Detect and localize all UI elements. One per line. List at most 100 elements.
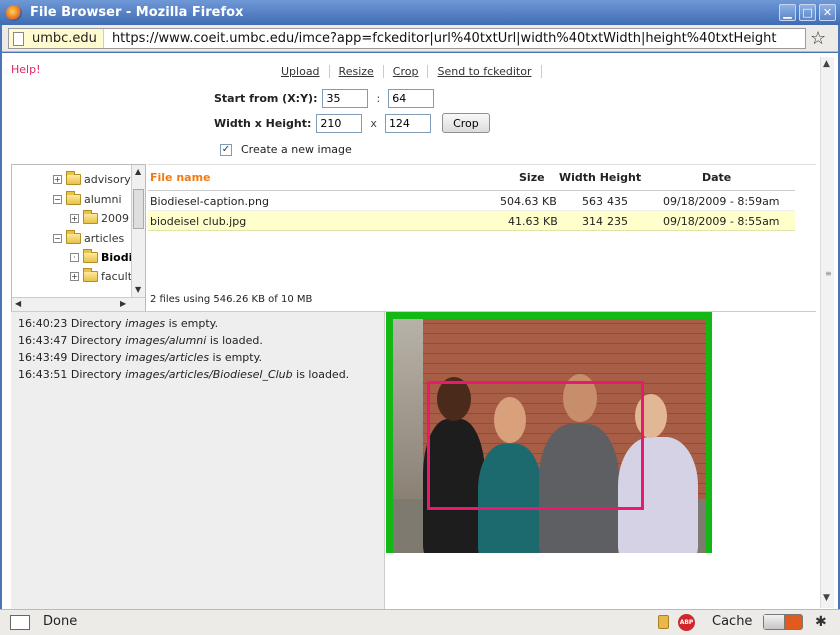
log-text: Directory [70, 334, 126, 347]
bookmark-star-icon[interactable]: ☆ [810, 28, 826, 49]
log-text: is empty. [165, 317, 219, 330]
start-label: Start from (X:Y): [214, 92, 318, 105]
tree-item-advisory[interactable]: + advisory [53, 170, 131, 187]
leaf-icon: · [70, 252, 79, 262]
tree-item-2009[interactable]: + 2009 [70, 209, 129, 226]
log-path: images [125, 317, 166, 330]
scroll-right-arrow-icon[interactable]: ▶ [120, 299, 126, 308]
cache-toggle[interactable] [763, 614, 803, 630]
window-controls: ▁ □ ✕ [779, 4, 836, 21]
scroll-down-arrow-icon[interactable]: ▼ [135, 285, 141, 294]
minimize-button[interactable]: ▁ [779, 4, 796, 21]
adblock-icon[interactable]: ABP [678, 614, 695, 631]
log-time: 16:40:23 [18, 317, 68, 330]
log-path: images/articles [125, 351, 210, 364]
log-text: Directory [70, 351, 126, 364]
quota-used: 546.26 KB [213, 294, 265, 305]
log-text: is empty. [209, 351, 263, 364]
collapse-icon[interactable]: − [53, 233, 62, 243]
log-time: 16:43:47 [18, 334, 68, 347]
tree-vertical-scrollbar[interactable]: ▲ ▼ [131, 165, 145, 298]
file-date: 09/18/2009 - 8:59am [663, 195, 780, 208]
collapse-icon[interactable]: − [53, 194, 62, 204]
folder-icon [66, 190, 81, 205]
op-upload-link[interactable]: Upload [272, 65, 330, 78]
log-text: Directory [70, 317, 126, 330]
tree-item-faculty[interactable]: + facult [70, 267, 132, 284]
expand-icon[interactable]: + [70, 213, 79, 223]
file-height: 435 [607, 195, 628, 208]
quota-prefix: 2 files using [150, 294, 214, 305]
log-text: is loaded. [206, 334, 263, 347]
tree-item-articles[interactable]: − articles [53, 229, 125, 246]
op-send-link[interactable]: Send to fckeditor [428, 65, 542, 78]
lock-icon[interactable] [658, 615, 669, 629]
tree-label: articles [84, 231, 125, 245]
header-size[interactable]: Size [519, 171, 545, 184]
create-new-checkbox[interactable]: ✓ [220, 143, 232, 156]
help-link[interactable]: Help! [11, 63, 41, 76]
colon-sep: : [376, 92, 381, 105]
group-photo[interactable] [393, 319, 706, 553]
url-text[interactable]: https://www.coeit.umbc.edu/imce?app=fcke… [112, 31, 777, 46]
scroll-left-arrow-icon[interactable]: ◀ [15, 299, 21, 308]
log-panel: 16:40:23 Directory images is empty. 16:4… [11, 312, 385, 609]
file-name: Biodiesel-caption.png [150, 195, 269, 208]
expand-icon[interactable]: + [70, 271, 79, 281]
scroll-up-arrow-icon[interactable]: ▲ [135, 167, 141, 176]
op-crop-link[interactable]: Crop [384, 65, 429, 78]
status-text: Done [43, 614, 78, 629]
folder-open-icon [83, 248, 98, 263]
page-vertical-scrollbar[interactable]: ▲ ≡ ▼ [820, 57, 834, 608]
file-width: 314 [582, 215, 603, 228]
page-scroll-down-icon[interactable]: ▼ [823, 593, 830, 603]
file-width: 563 [582, 195, 603, 208]
width-input[interactable] [316, 113, 363, 133]
height-input[interactable] [384, 113, 431, 133]
header-file-name[interactable]: File name [150, 171, 211, 184]
keyboard-icon [10, 615, 30, 630]
cache-label: Cache [712, 614, 753, 629]
start-y-input[interactable] [388, 89, 435, 108]
crop-button[interactable]: Crop [441, 113, 490, 133]
tree-label: advisory [84, 172, 131, 186]
tree-item-biodiesel[interactable]: · Biodi [70, 248, 132, 265]
file-row-selected[interactable]: biodeisel club.jpg 41.63 KB 314 235 09/1… [148, 211, 795, 231]
tree-item-alumni[interactable]: − alumni [53, 190, 122, 207]
folder-icon [66, 170, 81, 185]
maximize-button[interactable]: □ [799, 4, 816, 21]
page-content: Help! Upload Resize Crop Send to fckedit… [2, 53, 838, 609]
photo-frame [386, 312, 712, 553]
times-sep: x [370, 116, 377, 130]
log-entry: 16:43:49 Directory images/articles is em… [18, 349, 384, 366]
create-new-row: ✓ Create a new image [220, 143, 352, 156]
status-bar: Done ABP Cache ✱ [0, 609, 840, 635]
start-x-input[interactable] [322, 89, 369, 108]
file-list: File name Size Width Height Date Biodies… [148, 164, 816, 312]
address-field[interactable]: umbc.edu https://www.coeit.umbc.edu/imce… [8, 28, 806, 49]
firebug-icon[interactable]: ✱ [815, 614, 827, 630]
site-identity[interactable]: umbc.edu [9, 29, 104, 48]
folder-icon [83, 209, 98, 224]
file-row[interactable]: Biodiesel-caption.png 504.63 KB 563 435 … [148, 191, 795, 211]
expand-icon[interactable]: + [53, 174, 62, 184]
crop-selection-rect[interactable] [427, 381, 644, 510]
scroll-grip-icon[interactable]: ≡ [825, 269, 832, 278]
size-label: Width x Height: [214, 116, 312, 130]
log-text: is loaded. [292, 368, 350, 381]
close-button[interactable]: ✕ [819, 4, 836, 21]
quota-total: 10 MB [280, 294, 313, 305]
page-scroll-up-icon[interactable]: ▲ [823, 59, 830, 69]
header-width-height[interactable]: Width Height [559, 171, 641, 184]
tree-label: alumni [84, 192, 122, 206]
header-date[interactable]: Date [702, 171, 731, 184]
tree-horizontal-scrollbar[interactable]: ◀ ▶ [12, 297, 145, 311]
firefox-logo-icon [6, 4, 22, 21]
log-path: images/alumni [125, 334, 207, 347]
log-time: 16:43:51 [18, 368, 68, 381]
directory-tree: + advisory − alumni + 2009 − articles · … [11, 164, 146, 312]
op-resize-link[interactable]: Resize [330, 65, 384, 78]
tree-scroll-thumb[interactable] [133, 189, 144, 229]
site-name: umbc.edu [32, 31, 97, 46]
file-size: 504.63 KB [500, 195, 557, 208]
